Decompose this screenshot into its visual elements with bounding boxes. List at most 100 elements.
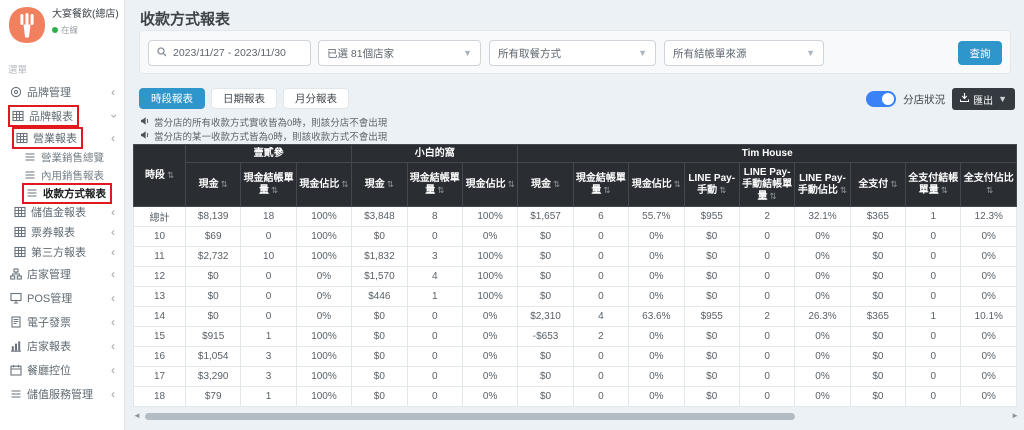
table-cell: 0% [462, 387, 517, 407]
horizontal-scrollbar[interactable]: ◄ ► [133, 412, 1017, 421]
column-header[interactable]: 全支付⇅ [850, 163, 905, 207]
table-row: 14$000%$000%$2,310463.6%$955226.3%$36511… [134, 307, 1017, 327]
table-cell: 0% [795, 387, 850, 407]
table-cell: 100% [296, 227, 351, 247]
sidebar-item-label: 儲值服務管理 [27, 386, 93, 402]
tab-period-report[interactable]: 時段報表 [139, 88, 205, 109]
column-header[interactable]: 現金佔比⇅ [296, 163, 351, 207]
table-cell: $1,054 [186, 347, 241, 367]
table-cell: 0 [739, 347, 794, 367]
pickup-method-dropdown[interactable]: 所有取餐方式 ▼ [489, 40, 656, 66]
sidebar-item-brand-reports[interactable]: 品牌報表‹ [0, 104, 124, 128]
sidebar-item-stored-value-service-management[interactable]: 儲值服務管理 ‹ [0, 382, 124, 406]
sidebar-item-dine-in-sales-report[interactable]: 內用銷售報表 [0, 166, 124, 184]
tab-month-report[interactable]: 月分報表 [283, 88, 349, 109]
sort-icon: ⇅ [890, 179, 897, 189]
column-header[interactable]: 現金⇅ [518, 163, 573, 207]
table-cell: $1,570 [352, 267, 407, 287]
table-row: 11$2,73210100%$1,8323100%$000%$000%$000% [134, 247, 1017, 267]
table-cell: $0 [518, 347, 573, 367]
brand-name: 大宴餐飲(總店) [52, 9, 119, 21]
table-cell: 0 [906, 287, 961, 307]
branch-status-label: 分店狀況 [903, 92, 945, 107]
sidebar-item-third-party-report[interactable]: 第三方報表‹ [0, 242, 124, 262]
table-cell: 4 [407, 267, 462, 287]
table-cell: 0 [739, 387, 794, 407]
export-button[interactable]: 匯出 ▼ [952, 88, 1015, 110]
sidebar-item-sales-overview[interactable]: 營業銷售總覽 [0, 148, 124, 166]
table-cell: 0 [906, 267, 961, 287]
table-cell: 0% [629, 267, 684, 287]
chart-icon [9, 340, 22, 352]
table-cell: $79 [186, 387, 241, 407]
column-header[interactable]: 現金⇅ [352, 163, 407, 207]
scrollbar-thumb[interactable] [145, 413, 795, 420]
branch-status-toggle[interactable] [866, 91, 896, 107]
grid-icon [13, 246, 26, 258]
period-cell: 10 [134, 227, 186, 247]
table-cell: $0 [684, 347, 739, 367]
sidebar-item-content: 第三方報表 [12, 243, 90, 261]
sort-icon: ⇅ [508, 179, 515, 189]
column-header[interactable]: LINE Pay-手動⇅ [684, 163, 739, 207]
column-header[interactable]: 全支付佔比⇅ [961, 163, 1017, 207]
table-cell: $0 [850, 327, 905, 347]
chevron-left-icon: ‹ [111, 388, 115, 400]
sidebar-item-pos-management[interactable]: POS管理‹ [0, 286, 124, 310]
column-header[interactable]: 現金佔比⇅ [462, 163, 517, 207]
menu-icon [9, 388, 22, 400]
sidebar-item-brand-management[interactable]: 品牌管理‹ [0, 80, 124, 104]
column-header[interactable]: 現金佔比⇅ [629, 163, 684, 207]
sort-icon: ⇅ [553, 179, 560, 189]
grid-icon [11, 110, 24, 122]
table-cell: 0% [629, 247, 684, 267]
table-cell: 0% [961, 347, 1017, 367]
list-icon [25, 187, 38, 199]
sidebar-item-restaurant-seating[interactable]: 餐廳控位‹ [0, 358, 124, 382]
table-cell: 0 [906, 347, 961, 367]
scroll-right-icon[interactable]: ► [1011, 411, 1019, 420]
table-cell: 2 [739, 207, 794, 227]
sidebar-item-store-management[interactable]: 店家管理‹ [0, 262, 124, 286]
table-cell: $0 [684, 327, 739, 347]
period-cell: 13 [134, 287, 186, 307]
table-cell: $0 [684, 287, 739, 307]
column-header-period[interactable]: 時段⇅ [134, 145, 186, 207]
column-header[interactable]: 現金結帳單量⇅ [407, 163, 462, 207]
sitemap-icon [9, 268, 22, 280]
tab-date-report[interactable]: 日期報表 [211, 88, 277, 109]
query-button[interactable]: 查詢 [958, 41, 1002, 65]
table-cell: $365 [850, 207, 905, 227]
column-header[interactable]: 現金⇅ [186, 163, 241, 207]
table-cell: 100% [296, 387, 351, 407]
column-header[interactable]: 現金結帳單量⇅ [241, 163, 296, 207]
column-header[interactable]: LINE Pay-手動結帳單量⇅ [739, 163, 794, 207]
table-cell: $0 [850, 227, 905, 247]
sidebar-item-store-reports[interactable]: 店家報表‹ [0, 334, 124, 358]
sidebar-item-stored-value-report[interactable]: 儲值金報表‹ [0, 202, 124, 222]
table-cell: 2 [573, 327, 628, 347]
sidebar-item-e-invoice[interactable]: 電子發票‹ [0, 310, 124, 334]
chevron-left-icon: ‹ [111, 316, 115, 328]
period-cell: 15 [134, 327, 186, 347]
sort-icon: ⇅ [167, 170, 174, 180]
column-header[interactable]: 全支付結帳單量⇅ [906, 163, 961, 207]
order-source-dropdown[interactable]: 所有結帳單來源 ▼ [664, 40, 824, 66]
table-cell: $3,290 [186, 367, 241, 387]
table-cell: 55.7% [629, 207, 684, 227]
table-cell: 0 [573, 227, 628, 247]
store-group-header: 小白的窩 [352, 145, 518, 163]
sidebar-item-voucher-report[interactable]: 票券報表‹ [0, 222, 124, 242]
date-range-input[interactable]: 2023/11/27 - 2023/11/30 [148, 40, 311, 66]
sidebar-item-payment-method-report[interactable]: 收款方式報表 [0, 184, 124, 202]
store-selector-dropdown[interactable]: 已選 81個店家 ▼ [318, 40, 481, 66]
chevron-down-icon: ▼ [806, 48, 815, 58]
store-group-header: 壹貳參 [186, 145, 352, 163]
table-cell: 0 [241, 267, 296, 287]
period-cell: 18 [134, 387, 186, 407]
column-header[interactable]: LINE Pay-手動佔比⇅ [795, 163, 850, 207]
main-content: 收款方式報表 2023/11/27 - 2023/11/30 已選 81個店家 … [126, 0, 1024, 430]
scroll-left-icon[interactable]: ◄ [133, 411, 141, 420]
sidebar-item-business-reports[interactable]: 營業報表‹ [0, 128, 124, 148]
column-header[interactable]: 現金結帳單量⇅ [573, 163, 628, 207]
